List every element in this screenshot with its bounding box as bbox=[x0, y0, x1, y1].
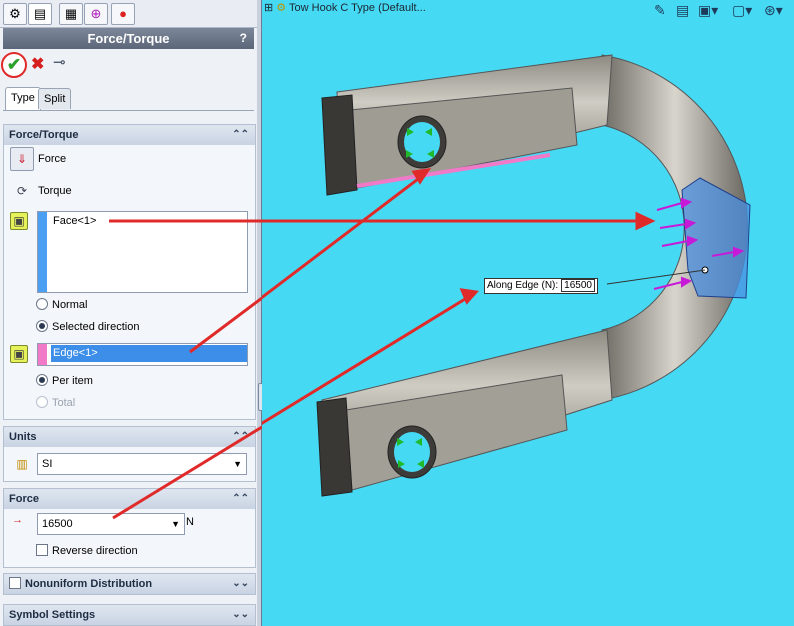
per-item-label: Per item bbox=[52, 375, 93, 387]
force-header-label: Force bbox=[9, 493, 39, 505]
help-icon[interactable]: ? bbox=[240, 28, 247, 49]
display-icon[interactable]: ● bbox=[111, 3, 135, 25]
pin-icon[interactable]: ⊸ bbox=[53, 53, 66, 71]
property-manager-icon[interactable]: ▤ bbox=[28, 3, 52, 25]
collapse-icon[interactable]: ⌃⌃ bbox=[232, 125, 249, 145]
feature-manager-icon[interactable]: ⚙ bbox=[3, 3, 27, 25]
force-arrow-icon: → bbox=[12, 514, 23, 526]
symbol-settings-header[interactable]: Symbol Settings ⌄⌄ bbox=[4, 605, 255, 625]
units-dropdown[interactable]: SI ▼ bbox=[37, 453, 247, 475]
normal-radio-button[interactable] bbox=[36, 298, 48, 310]
edge-selection-icon: ▣ bbox=[10, 345, 28, 363]
symbol-settings-group: Symbol Settings ⌄⌄ bbox=[3, 604, 256, 626]
force-torque-header-label: Force/Torque bbox=[9, 129, 79, 141]
faces-color-swatch bbox=[38, 212, 47, 292]
torque-icon[interactable]: ⟳ bbox=[10, 179, 34, 203]
collapse-icon[interactable]: ⌃⌃ bbox=[232, 489, 249, 509]
reverse-direction-checkbox[interactable]: Reverse direction bbox=[36, 540, 138, 562]
total-radio[interactable]: Total bbox=[36, 392, 75, 414]
force-value-combo[interactable]: 16500 ▼ bbox=[37, 513, 185, 535]
selected-direction-label: Selected direction bbox=[52, 321, 140, 333]
edge-color-swatch bbox=[38, 344, 47, 365]
collapse-icon[interactable]: ⌃⌃ bbox=[232, 427, 249, 447]
force-unit-label: N bbox=[186, 516, 194, 528]
force-icon[interactable]: ⇓ bbox=[10, 147, 34, 171]
torque-option-label[interactable]: Torque bbox=[38, 180, 72, 202]
total-label: Total bbox=[52, 397, 76, 409]
callout-label: Along Edge (N): bbox=[487, 280, 559, 291]
force-group: Force ⌃⌃ → 16500 ▼ N Reverse direction bbox=[3, 488, 256, 568]
force-header[interactable]: Force ⌃⌃ bbox=[4, 489, 255, 509]
configuration-icon[interactable]: ▦ bbox=[59, 3, 83, 25]
expand-icon[interactable]: ⌄⌄ bbox=[232, 605, 249, 625]
target-icon[interactable]: ⊕ bbox=[84, 3, 108, 25]
force-option-label[interactable]: Force bbox=[38, 148, 66, 170]
faces-selection-list[interactable]: Face<1> bbox=[37, 211, 248, 293]
nonuniform-checkbox[interactable] bbox=[9, 577, 21, 589]
load-callout[interactable]: Along Edge (N): 16500 bbox=[484, 278, 598, 294]
tab-split[interactable]: Split bbox=[38, 88, 72, 109]
panel-tab-bar: ⚙ ▤ ▦ ⊕ ● bbox=[0, 0, 257, 28]
model-graphics bbox=[262, 54, 751, 497]
units-group: Units ⌃⌃ ▥ SI ▼ bbox=[3, 426, 256, 482]
panel-title-text: Force/Torque bbox=[87, 31, 170, 46]
selected-direction-radio[interactable]: Selected direction bbox=[36, 316, 139, 338]
units-header-label: Units bbox=[9, 431, 37, 443]
tab-type[interactable]: Type bbox=[5, 87, 41, 110]
force-torque-group: Force/Torque ⌃⌃ ⇓ Force ⟳ Torque ▣ Face<… bbox=[3, 124, 256, 420]
ok-button[interactable]: ✔ bbox=[1, 52, 27, 78]
property-manager-panel: ⚙ ▤ ▦ ⊕ ● Force/Torque ? ✔ ✖ ⊸ Type Spli… bbox=[0, 0, 258, 626]
edge-item[interactable]: Edge<1> bbox=[51, 345, 247, 362]
tab-row: Type Split bbox=[3, 86, 254, 111]
units-header[interactable]: Units ⌃⌃ bbox=[4, 427, 255, 447]
per-item-radio[interactable]: Per item bbox=[36, 370, 93, 392]
face-selection-icon: ▣ bbox=[10, 212, 28, 230]
nonuniform-header-label: Nonuniform Distribution bbox=[25, 578, 153, 590]
nonuniform-header[interactable]: Nonuniform Distribution ⌄⌄ bbox=[4, 574, 255, 594]
reverse-direction-check[interactable] bbox=[36, 544, 48, 556]
per-item-radio-button[interactable] bbox=[36, 374, 48, 386]
callout-value[interactable]: 16500 bbox=[561, 279, 595, 292]
expand-icon[interactable]: ⌄⌄ bbox=[232, 574, 249, 594]
direction-selection-box[interactable]: Edge<1> bbox=[37, 343, 248, 366]
normal-label: Normal bbox=[52, 299, 88, 311]
graphics-viewport[interactable]: ⊞ ⚙ Tow Hook C Type (Default... ✎ ▤ ▣▾ ▢… bbox=[262, 0, 794, 626]
chevron-down-icon[interactable]: ▼ bbox=[233, 454, 242, 474]
normal-radio[interactable]: Normal bbox=[36, 294, 87, 316]
force-value: 16500 bbox=[42, 518, 73, 530]
force-torque-header[interactable]: Force/Torque ⌃⌃ bbox=[4, 125, 255, 145]
total-radio-button[interactable] bbox=[36, 396, 48, 408]
panel-title: Force/Torque ? bbox=[3, 28, 254, 49]
symbol-settings-header-label: Symbol Settings bbox=[9, 609, 96, 621]
selected-direction-radio-button[interactable] bbox=[36, 320, 48, 332]
reverse-direction-label: Reverse direction bbox=[52, 545, 138, 557]
faces-item[interactable]: Face<1> bbox=[53, 215, 96, 227]
units-value: SI bbox=[42, 458, 53, 470]
cancel-button[interactable]: ✖ bbox=[31, 54, 44, 74]
units-ruler-icon: ▥ bbox=[10, 452, 34, 476]
nonuniform-group: Nonuniform Distribution ⌄⌄ bbox=[3, 573, 256, 595]
chevron-down-icon[interactable]: ▼ bbox=[171, 514, 180, 534]
